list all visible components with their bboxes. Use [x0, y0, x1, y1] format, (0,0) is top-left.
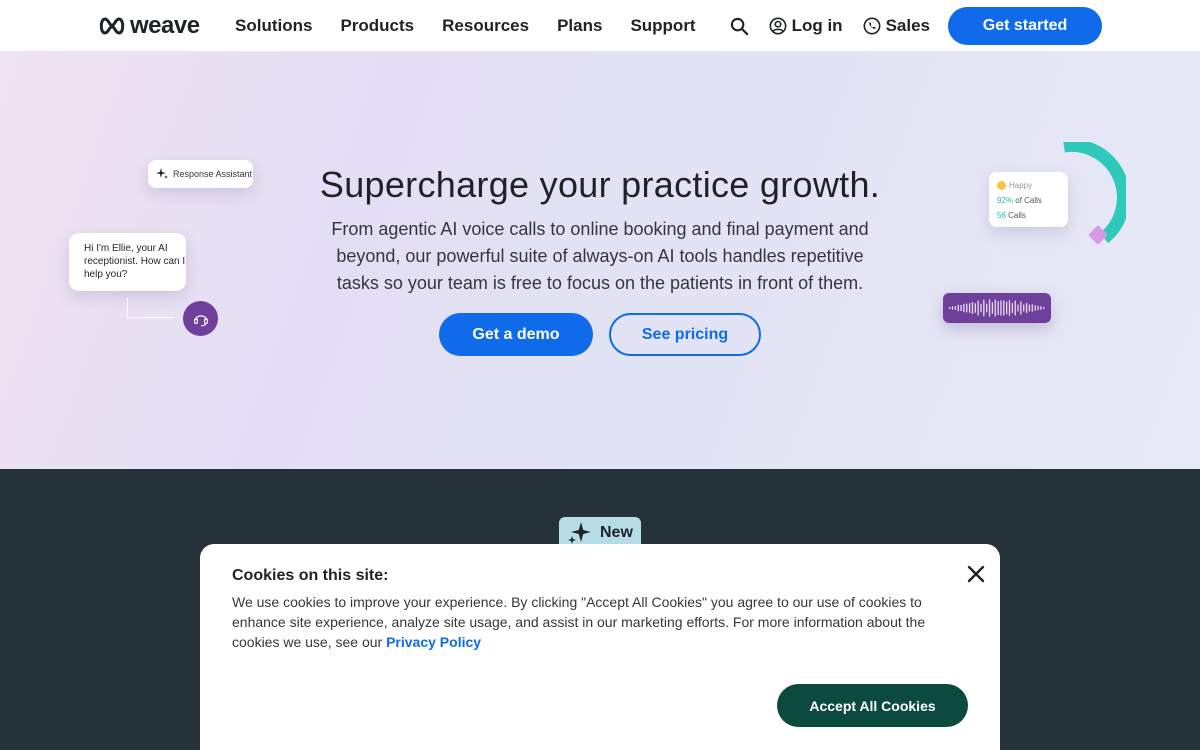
top-nav: weave Solutions Products Resources Plans… — [0, 0, 1200, 52]
cookie-title: Cookies on this site: — [232, 567, 389, 584]
nav-products[interactable]: Products — [340, 16, 414, 36]
get-demo-button[interactable]: Get a demo — [439, 313, 593, 356]
percent-value: 92% — [997, 196, 1014, 205]
cookie-banner: Cookies on this site: We use cookies to … — [200, 544, 1000, 750]
weave-logo[interactable]: weave — [98, 12, 200, 39]
count-value: 56 — [997, 211, 1006, 220]
ellie-message: Hi I'm Ellie, your AI receptionist. How … — [84, 243, 186, 280]
close-icon — [967, 565, 985, 583]
get-started-button[interactable]: Get started — [948, 7, 1102, 45]
happy-row: Happy — [997, 178, 1068, 193]
happy-calls-card: Happy 92% of Calls 56 Calls — [989, 172, 1068, 227]
headset-icon — [193, 314, 208, 326]
sparkle-icon — [568, 522, 591, 544]
response-assistant-card: Response Assistant — [148, 160, 253, 188]
privacy-policy-link[interactable]: Privacy Policy — [386, 634, 481, 650]
count-text: Calls — [1008, 211, 1026, 220]
sparkle-icon — [156, 168, 168, 179]
login-label: Log in — [791, 16, 843, 35]
nav-solutions[interactable]: Solutions — [235, 16, 312, 36]
cookie-text: We use cookies to improve your experienc… — [232, 592, 952, 652]
cookie-close-button[interactable] — [964, 562, 988, 586]
ellie-chat-bubble: Hi I'm Ellie, your AI receptionist. How … — [69, 233, 186, 291]
nav-actions: Log in Sales Get started — [730, 0, 1102, 52]
accept-all-cookies-button[interactable]: Accept All Cookies — [777, 684, 968, 727]
nav-resources[interactable]: Resources — [442, 16, 529, 36]
phone-icon — [863, 17, 881, 35]
logo-text: weave — [130, 12, 200, 39]
nav-support[interactable]: Support — [630, 16, 695, 36]
response-assistant-label: Response Assistant — [173, 169, 253, 179]
percent-text: of Calls — [1015, 196, 1042, 205]
percent-row: 92% of Calls — [997, 193, 1068, 208]
nav-links: Solutions Products Resources Plans Suppo… — [235, 0, 696, 52]
search-icon — [730, 17, 748, 35]
search-button[interactable] — [730, 17, 749, 36]
user-circle-icon — [769, 17, 787, 35]
sales-label: Sales — [885, 16, 930, 35]
cookie-body: We use cookies to improve your experienc… — [232, 594, 926, 650]
headset-avatar — [183, 301, 218, 336]
smiley-icon — [997, 181, 1006, 191]
hero-subtitle: From agentic AI voice calls to online bo… — [331, 219, 869, 293]
hero-section: Supercharge your practice growth. From a… — [0, 52, 1200, 469]
new-badge-label: New — [600, 524, 633, 541]
sales-link[interactable]: Sales — [863, 16, 930, 36]
happy-label: Happy — [1009, 181, 1033, 190]
see-pricing-button[interactable]: See pricing — [609, 313, 761, 356]
waveform-icon — [949, 299, 1045, 317]
weave-logo-icon — [99, 17, 125, 35]
connector-line — [127, 298, 175, 318]
count-row: 56 Calls — [997, 208, 1068, 223]
login-link[interactable]: Log in — [769, 16, 843, 36]
voice-waveform-card — [943, 293, 1051, 323]
nav-plans[interactable]: Plans — [557, 16, 602, 36]
